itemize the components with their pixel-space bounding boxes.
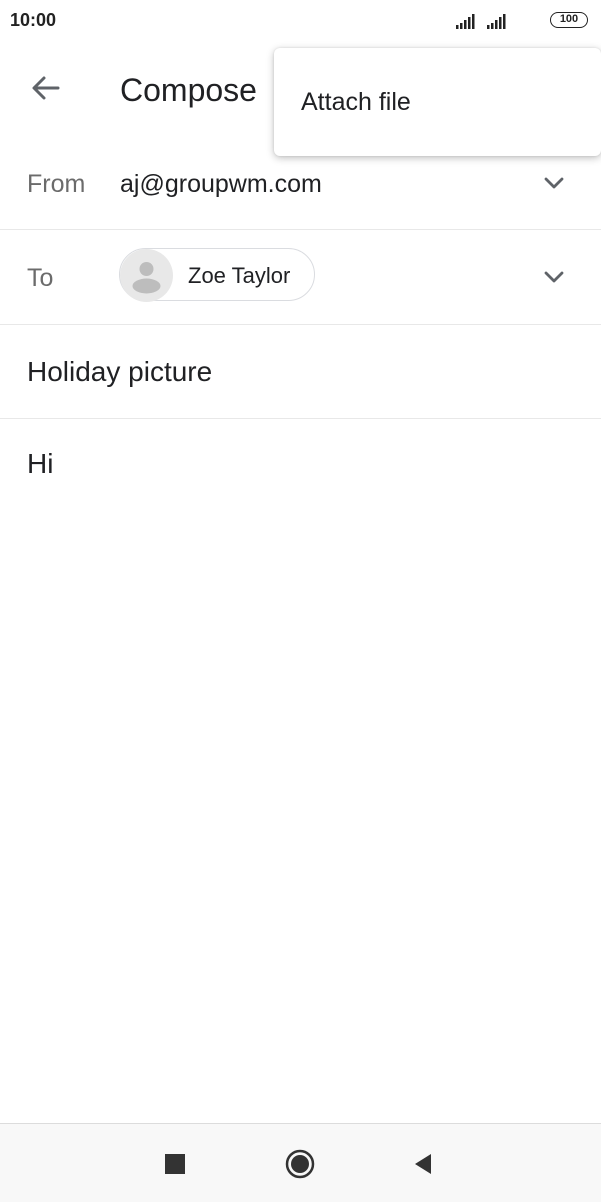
status-time: 10:00: [10, 10, 57, 30]
body-field[interactable]: Hi: [27, 448, 53, 480]
recipient-name: Zoe Taylor: [188, 263, 291, 288]
signal-icon: [487, 14, 506, 29]
overflow-menu: Attach file: [274, 48, 601, 156]
from-label: From: [27, 170, 86, 198]
chevron-down-icon[interactable]: [538, 261, 570, 293]
battery-icon: 100: [550, 12, 588, 28]
status-bar: 10:00 100: [0, 0, 601, 42]
person-icon: [132, 262, 161, 294]
signal-icon: [456, 14, 475, 29]
arrow-left-icon[interactable]: [24, 66, 68, 110]
back-triangle-icon[interactable]: [405, 1146, 441, 1182]
battery-level: 100: [559, 13, 579, 25]
page-title: Compose: [120, 72, 257, 108]
navigation-bar: [0, 1123, 601, 1202]
recipient-chip[interactable]: Zoe Taylor: [119, 248, 315, 302]
square-icon[interactable]: [157, 1146, 193, 1182]
home-circle-icon[interactable]: [282, 1146, 318, 1182]
subject-field[interactable]: Holiday picture: [27, 356, 212, 388]
chevron-down-icon[interactable]: [538, 167, 570, 199]
from-field[interactable]: aj@groupwm.com: [120, 170, 322, 199]
menu-item-attach-file[interactable]: Attach file: [301, 88, 411, 117]
to-label: To: [27, 264, 54, 292]
avatar: [120, 249, 173, 302]
